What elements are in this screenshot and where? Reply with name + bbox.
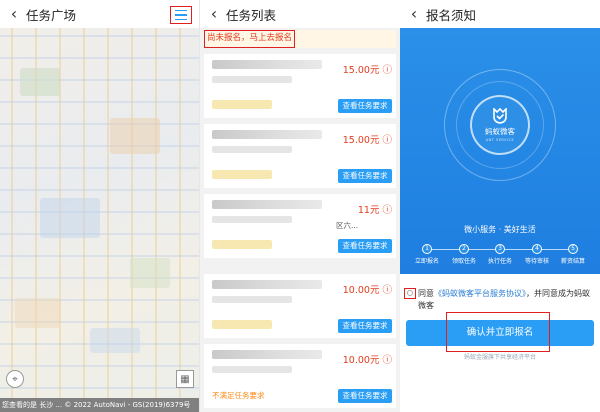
task-subtitle-blurred: [212, 146, 292, 153]
map-view[interactable]: [0, 28, 199, 398]
info-icon[interactable]: ⓘ: [382, 355, 392, 366]
step-1: 1 立即报名: [414, 244, 439, 265]
slogan: 微小服务 · 美好生活: [464, 225, 536, 234]
task-square-header: ‹ 任务广场: [0, 0, 199, 28]
task-subtitle-blurred: [212, 296, 292, 303]
task-price: 15.00元 ⓘ: [342, 135, 392, 146]
task-price: 11元 ⓘ: [357, 205, 392, 216]
task-price: 10.00元 ⓘ: [342, 355, 392, 366]
signup-notice[interactable]: 尚未报名，马上去报名: [204, 30, 296, 48]
task-list-screen: ‹ 任务列表 尚未报名，马上去报名 15.00元 ⓘ 查看任务要求 15.00元…: [200, 0, 400, 412]
menu-icon[interactable]: [170, 6, 192, 24]
task-title-blurred: [212, 280, 322, 289]
view-requirements-button[interactable]: 查看任务要求: [338, 319, 392, 333]
task-tag-blurred: [212, 240, 272, 249]
chevron-left-icon[interactable]: ‹: [4, 0, 24, 28]
chevron-left-icon[interactable]: ‹: [204, 0, 224, 28]
task-tag-blurred: [212, 170, 272, 179]
view-requirements-button[interactable]: 查看任务要求: [338, 169, 392, 183]
requirement-warning: 不满足任务要求: [212, 391, 265, 400]
task-subtitle-blurred: [212, 76, 292, 83]
task-area-text: 区六...: [336, 221, 359, 230]
locate-icon[interactable]: ⌖: [6, 370, 24, 388]
grid-icon[interactable]: ▦: [176, 370, 194, 388]
page-title: 任务列表: [226, 7, 277, 23]
task-card[interactable]: 不满足任务要求 10.00元 ⓘ 查看任务要求: [204, 344, 396, 408]
shield-icon: [493, 108, 507, 124]
page-title: 报名须知: [426, 7, 477, 23]
step-2: 2 领取任务: [451, 244, 476, 265]
task-tag-blurred: [212, 100, 272, 109]
hero-banner: 蚂蚁微客 ANT SERVICE 微小服务 · 美好生活: [400, 28, 600, 274]
view-requirements-button[interactable]: 查看任务要求: [338, 239, 392, 253]
logo-name: 蚂蚁微客: [485, 127, 515, 136]
info-icon[interactable]: ⓘ: [382, 205, 392, 216]
page-title: 任务广场: [26, 7, 77, 23]
view-requirements-button[interactable]: 查看任务要求: [338, 389, 392, 403]
view-requirements-button[interactable]: 查看任务要求: [338, 99, 392, 113]
task-card[interactable]: 区六... 11元 ⓘ 查看任务要求: [204, 194, 396, 258]
chevron-left-icon[interactable]: ‹: [404, 0, 424, 28]
task-price: 15.00元 ⓘ: [342, 65, 392, 76]
task-square-screen: ‹ 任务广场 ⌖ ▦ 您查看的是 长沙 ... © 2022 AutoNavi …: [0, 0, 200, 412]
signup-notice-bar[interactable]: 尚未报名，马上去报名: [204, 30, 396, 48]
task-title-blurred: [212, 350, 322, 359]
task-card[interactable]: 15.00元 ⓘ 查看任务要求: [204, 124, 396, 188]
signup-notice-screen: ‹ 报名须知 蚂蚁微客 ANT SERVICE 微小服务 · 美好生活 1 立即…: [400, 0, 600, 412]
task-price: 10.00元 ⓘ: [342, 285, 392, 296]
task-card[interactable]: 15.00元 ⓘ 查看任务要求: [204, 54, 396, 118]
task-subtitle-blurred: [212, 366, 292, 373]
highlight-box: [446, 312, 550, 352]
agreement-text: 同意《蚂蚁微客平台服务协议》，并同意成为蚂蚁微客: [418, 289, 590, 310]
info-icon[interactable]: ⓘ: [382, 65, 392, 76]
task-title-blurred: [212, 60, 322, 69]
task-list-header: ‹ 任务列表: [200, 0, 400, 28]
map-footer: 您查看的是 长沙 ... © 2022 AutoNavi - GS(2019)6…: [0, 398, 199, 412]
step-3: 3 执行任务: [487, 244, 512, 265]
signup-header: ‹ 报名须知: [400, 0, 600, 28]
task-title-blurred: [212, 130, 322, 139]
info-icon[interactable]: ⓘ: [382, 135, 392, 146]
step-4: 4 等待审核: [524, 244, 549, 265]
agree-checkbox[interactable]: [404, 288, 416, 299]
task-card[interactable]: 10.00元 ⓘ 查看任务要求: [204, 274, 396, 338]
app-logo: 蚂蚁微客 ANT SERVICE: [470, 95, 530, 155]
task-title-blurred: [212, 200, 322, 209]
logo-subtitle: ANT SERVICE: [485, 138, 515, 142]
info-icon[interactable]: ⓘ: [382, 285, 392, 296]
step-5: 5 薪资结算: [560, 244, 585, 265]
task-subtitle-blurred: [212, 216, 292, 223]
agreement-row: 同意《蚂蚁微客平台服务协议》，并同意成为蚂蚁微客: [404, 288, 596, 312]
service-agreement-link[interactable]: 《蚂蚁微客平台服务协议》: [434, 289, 526, 298]
task-tag-blurred: [212, 320, 272, 329]
footer-text: 蚂蚁金服旗下共享经济平台: [463, 354, 536, 361]
